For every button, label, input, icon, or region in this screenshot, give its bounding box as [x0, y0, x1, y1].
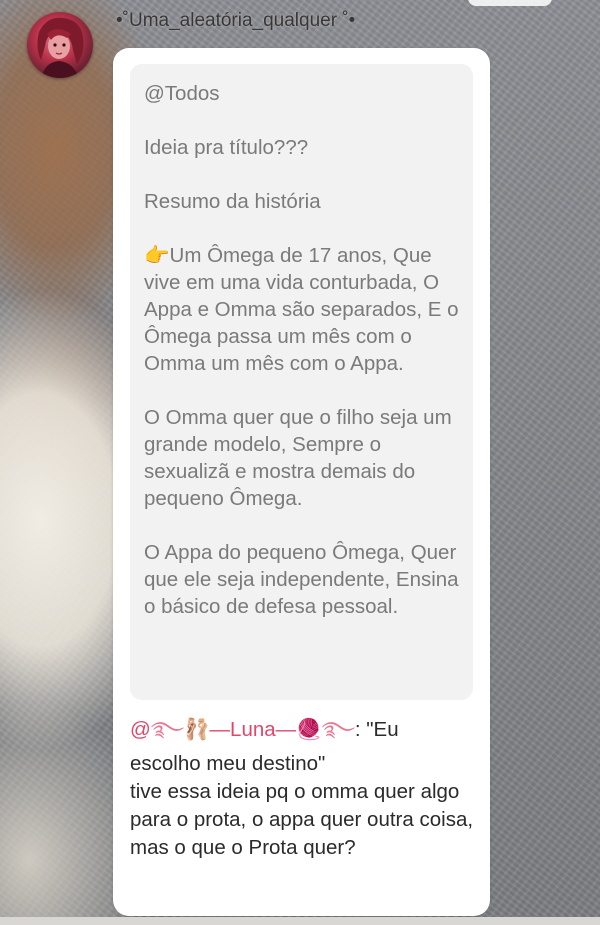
reply-body-text: tive essa ideia pq o omma quer algo para…: [130, 780, 474, 859]
quote-mention-all: @Todos: [144, 82, 220, 105]
yarn-ball-icon: 🧶: [296, 718, 322, 741]
swirl-ribbon-icon: ࿐: [321, 718, 355, 741]
quote-paragraph-1-text: Um Ômega de 17 anos, Que vive em uma vid…: [144, 244, 459, 375]
quote-paragraph-3: O Appa do pequeno Ômega, Quer que ele se…: [144, 541, 459, 618]
swirl-ribbon-icon: ࿐: [150, 718, 185, 741]
quote-title-question: Ideia pra título???: [144, 136, 309, 159]
reply-message: @࿐🩰—Luna—🧶࿐: "Eu escolho meu destino" ti…: [130, 716, 480, 862]
mention-link[interactable]: @࿐🩰—Luna—🧶࿐: [130, 718, 355, 741]
mention-name: —Luna—: [209, 718, 297, 741]
top-edge-tab: [468, 0, 552, 6]
quote-summary-heading: Resumo da história: [144, 190, 321, 213]
backhand-index-pointing-right-icon: 👉: [144, 244, 170, 267]
ballet-shoes-icon: 🩰: [184, 718, 210, 741]
reply-first-line: @࿐🩰—Luna—🧶࿐: "Eu: [130, 716, 480, 744]
avatar-portrait-icon: [37, 17, 84, 78]
quote-paragraph-1: 👉Um Ômega de 17 anos, Que vive em uma vi…: [144, 242, 459, 377]
quoted-message[interactable]: @Todos Ideia pra título??? Resumo da his…: [130, 64, 473, 700]
quote-paragraph-2: O Omma quer que o filho seja um grande m…: [144, 406, 452, 510]
user-avatar[interactable]: [27, 12, 93, 78]
username-label[interactable]: •˚Uma_aleatória_qualquer ˚•: [116, 10, 355, 32]
mention-prefix: @: [130, 718, 151, 741]
bottom-edge-strip: [0, 917, 600, 925]
reply-quote-open: : "Eu: [354, 718, 399, 741]
chat-message-bubble[interactable]: @Todos Ideia pra título??? Resumo da his…: [113, 48, 490, 916]
reply-line-destino: escolho meu destino": [130, 752, 326, 775]
